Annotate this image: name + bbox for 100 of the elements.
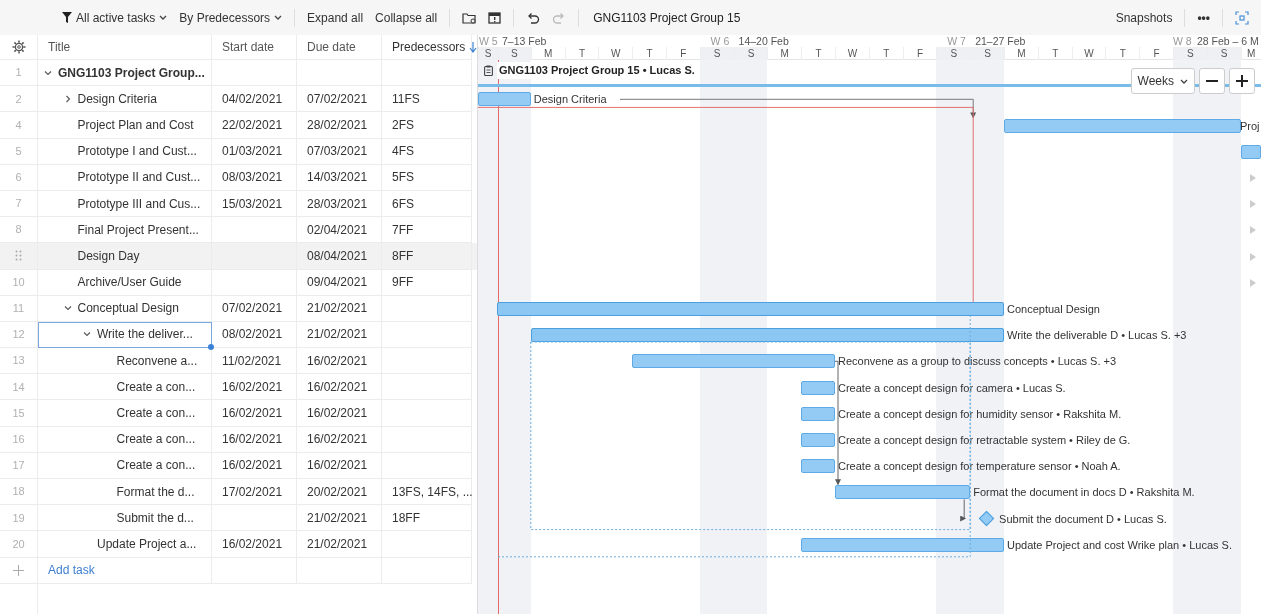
task-title[interactable]: GNG1103 Project Group...: [58, 63, 205, 82]
task-title[interactable]: Design Day: [77, 246, 140, 265]
toolbar-button[interactable]: Expand all: [301, 5, 370, 30]
grouping-dropdown[interactable]: By Predecessors: [173, 5, 289, 30]
task-title[interactable]: Project Plan and Cost: [77, 115, 194, 134]
bar-label: Format the document in docs D • Rakshita M.: [973, 485, 1195, 500]
task-title[interactable]: Design Criteria: [77, 89, 157, 108]
task-title[interactable]: Create a con...: [116, 456, 196, 475]
title-cell[interactable]: Write the deliver...: [38, 321, 212, 349]
title-cell[interactable]: Design Day: [38, 243, 212, 270]
table-row[interactable]: 10 Archive/User Guide 09/04/2021 9FF: [0, 269, 477, 296]
task-bar[interactable]: [801, 380, 835, 395]
title-cell[interactable]: Prototype I and Cust...: [38, 138, 212, 165]
table-row[interactable]: 7 Prototype III and Cus... 15/03/2021 28/03/2021 6FS: [0, 190, 477, 218]
plus-icon[interactable]: [13, 564, 24, 576]
day-header: T: [868, 47, 903, 60]
task-title[interactable]: Write the deliver...: [97, 325, 193, 344]
task-bar[interactable]: [478, 92, 531, 107]
task-title[interactable]: Create a con...: [116, 377, 196, 396]
task-bar[interactable]: [835, 485, 971, 500]
table-row[interactable]: 15 Create a con... 16/02/2021 16/02/2021: [0, 400, 477, 427]
settings-icon[interactable]: [11, 40, 26, 54]
day-header: S: [478, 47, 497, 60]
table-row[interactable]: 13 Reconvene a... 11/02/2021 16/02/2021: [0, 348, 477, 375]
title-cell[interactable]: Prototype II and Cust...: [38, 164, 212, 191]
right-triangle-icon[interactable]: [1250, 200, 1256, 209]
scale-dropdown[interactable]: Weeks: [1130, 68, 1195, 94]
title-cell[interactable]: GNG1103 Project Group...: [38, 60, 212, 87]
table-cell-text: 16/02/2021: [222, 405, 283, 423]
table-row[interactable]: Add task: [0, 557, 477, 584]
task-title[interactable]: Archive/User Guide: [77, 273, 182, 292]
table-row[interactable]: 19 Submit the d... 21/02/2021 18FF: [0, 505, 477, 532]
right-triangle-icon[interactable]: [1250, 252, 1256, 261]
task-bar[interactable]: [1004, 118, 1241, 133]
table-row[interactable]: 6 Prototype II and Cust... 08/03/2021 14/03/2021 5FS: [0, 164, 477, 191]
column-header[interactable]: Start date: [222, 38, 275, 56]
table-row[interactable]: 16 Create a con... 16/02/2021 16/02/2021: [0, 426, 477, 453]
task-title[interactable]: Prototype II and Cust...: [77, 168, 201, 187]
row-number: 16: [12, 431, 25, 447]
filter-dropdown[interactable]: All active tasks: [56, 5, 174, 30]
summary-bar[interactable]: [497, 301, 1004, 316]
table-row[interactable]: 14 Create a con... 16/02/2021 16/02/2021: [0, 374, 477, 401]
title-cell[interactable]: Project Plan and Cost: [38, 112, 212, 139]
task-title[interactable]: Prototype III and Cus...: [77, 194, 201, 213]
table-row[interactable]: 18 Format the d... 17/02/2021 20/02/2021 13FS, 14FS, ...: [0, 479, 477, 506]
add-task-link[interactable]: Add task: [48, 561, 95, 580]
task-title[interactable]: Create a con...: [116, 404, 196, 423]
right-triangle-icon[interactable]: [1250, 173, 1256, 182]
summary-bar[interactable]: [530, 328, 1004, 343]
title-cell[interactable]: Design Criteria: [38, 86, 212, 113]
column-header[interactable]: Predecessors: [392, 38, 466, 56]
column-header[interactable]: Due date: [307, 38, 356, 56]
zoom-in-button[interactable]: [1229, 68, 1255, 94]
table-row[interactable]: 1 GNG1103 Project Group...: [0, 60, 477, 87]
row-number: 10: [12, 274, 25, 290]
task-bar[interactable]: [801, 432, 835, 447]
title-cell[interactable]: Reconvene a...: [38, 348, 212, 375]
task-bar[interactable]: [801, 406, 835, 421]
toolbar-button[interactable]: Collapse all: [369, 5, 444, 30]
task-bar[interactable]: [1240, 144, 1261, 159]
task-title[interactable]: Update Project a...: [97, 534, 197, 553]
title-cell[interactable]: Conceptual Design: [38, 295, 212, 322]
right-triangle-icon[interactable]: [1250, 278, 1256, 287]
table-row[interactable]: 4 Project Plan and Cost 22/02/2021 28/02/2021 2FS: [0, 112, 477, 139]
table-row[interactable]: 5 Prototype I and Cust... 01/03/2021 07/03/2021 4FS: [0, 138, 477, 165]
title-cell[interactable]: Create a con...: [38, 374, 212, 401]
table-row[interactable]: 12 Write the deliver... 08/02/2021 21/02/2021: [0, 321, 477, 349]
task-title[interactable]: Prototype I and Cust...: [77, 142, 197, 161]
task-title[interactable]: Create a con...: [116, 430, 196, 449]
title-cell[interactable]: Submit the d...: [38, 505, 212, 532]
table-row[interactable]: Design Day 08/04/2021 8FF: [0, 243, 477, 270]
title-cell[interactable]: Update Project a...: [38, 531, 212, 558]
table-row[interactable]: 2 Design Criteria 04/02/2021 07/02/2021 11FS: [0, 86, 477, 113]
title-cell[interactable]: Archive/User Guide: [38, 269, 212, 296]
column-header[interactable]: Title: [48, 38, 71, 56]
task-title[interactable]: Reconvene a...: [116, 351, 198, 370]
zoom-out-button[interactable]: [1199, 68, 1225, 94]
title-cell[interactable]: Prototype III and Cus...: [38, 190, 212, 218]
title-cell[interactable]: Create a con...: [38, 452, 212, 479]
task-bar[interactable]: [632, 354, 835, 369]
task-title[interactable]: Final Project Present...: [77, 220, 199, 239]
task-bar[interactable]: [801, 459, 835, 474]
task-title[interactable]: Conceptual Design: [77, 299, 179, 318]
task-bar[interactable]: [801, 537, 1004, 552]
task-title[interactable]: Submit the d...: [116, 508, 194, 527]
day-header: T: [1105, 47, 1140, 60]
task-title[interactable]: Format the d...: [116, 482, 195, 501]
bar-label: Write the deliverable D • Lucas S. +3: [1007, 328, 1187, 343]
table-row[interactable]: 17 Create a con... 16/02/2021 16/02/2021: [0, 452, 477, 479]
table-cell-text: 08/03/2021: [222, 169, 283, 187]
table-row[interactable]: 20 Update Project a... 16/02/2021 21/02/2021: [0, 531, 477, 558]
title-cell[interactable]: Create a con...: [38, 426, 212, 453]
title-cell[interactable]: Format the d...: [38, 479, 212, 506]
more-button[interactable]: •••: [1191, 5, 1216, 30]
right-triangle-icon[interactable]: [1250, 226, 1256, 235]
snapshots-button[interactable]: Snapshots: [1109, 5, 1179, 30]
table-row[interactable]: 11 Conceptual Design 07/02/2021 21/02/2021: [0, 295, 477, 322]
drag-handle-icon[interactable]: [15, 250, 22, 262]
resize-handle[interactable]: [208, 344, 214, 351]
title-cell[interactable]: Create a con...: [38, 400, 212, 427]
